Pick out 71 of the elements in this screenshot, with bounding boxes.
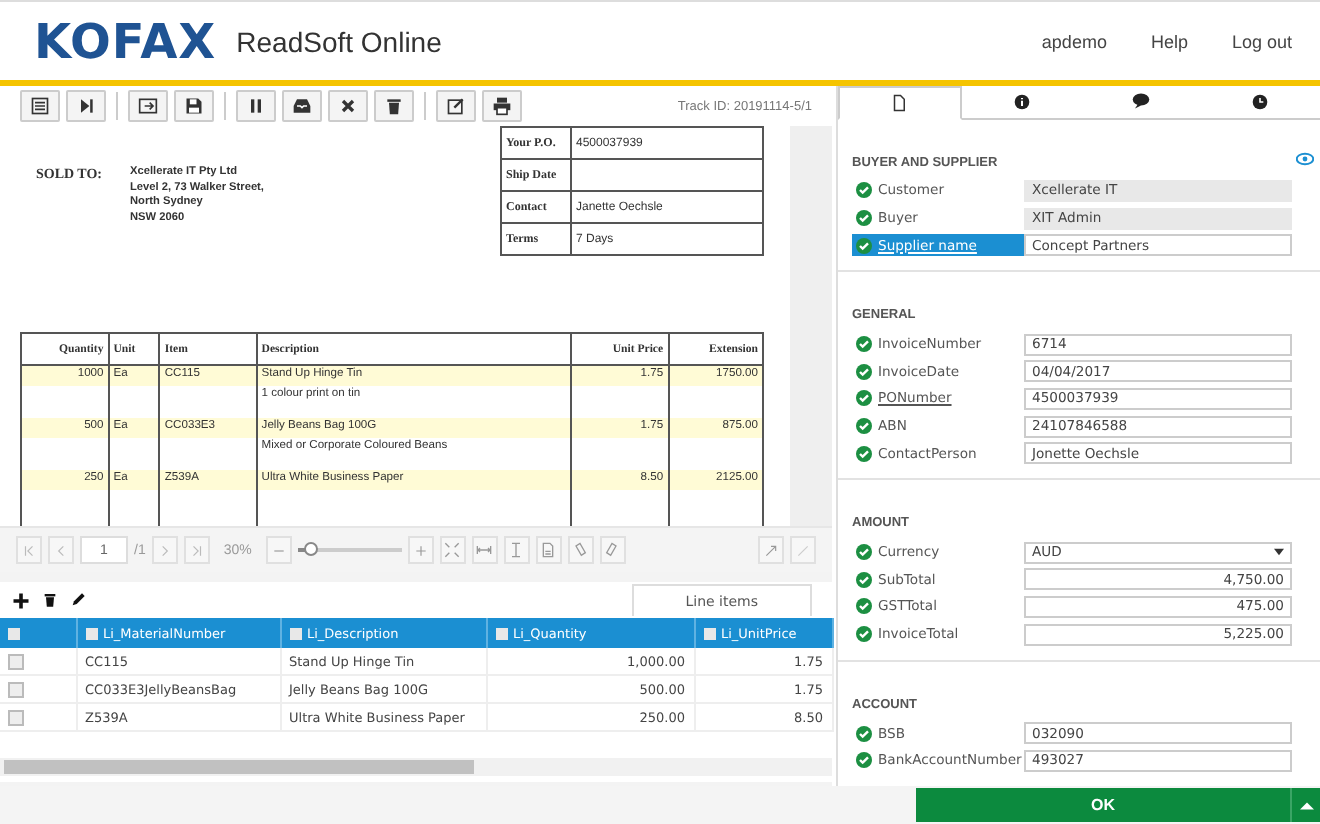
- first-page-button[interactable]: [16, 536, 42, 564]
- print-button[interactable]: [482, 90, 522, 122]
- tray-icon: [292, 96, 312, 116]
- fit-height-button[interactable]: [503, 536, 530, 564]
- trash-icon: [384, 96, 404, 116]
- select-all-checkbox[interactable]: [8, 627, 20, 640]
- ok-button[interactable]: OK: [916, 788, 1290, 822]
- save-button[interactable]: [174, 90, 214, 122]
- caret-up-icon: [1299, 801, 1313, 809]
- fit-width-icon: [476, 542, 493, 558]
- zoom-slider[interactable]: [297, 544, 402, 556]
- zoom-out-button[interactable]: [265, 536, 292, 564]
- fit-button[interactable]: [439, 536, 466, 564]
- pencil-icon: [70, 592, 86, 608]
- previous-icon: [54, 543, 68, 557]
- edit-icon: [446, 96, 466, 116]
- app-title: ReadSoft Online: [236, 25, 442, 57]
- next-icon: [157, 543, 172, 557]
- skip-icon: [76, 96, 96, 116]
- row-checkbox[interactable]: [8, 653, 24, 670]
- first-page-icon: [22, 543, 36, 557]
- caret-icon: [1274, 548, 1284, 557]
- trash-icon: [42, 592, 58, 608]
- row-checkbox[interactable]: [8, 681, 24, 698]
- fit-height-icon: [508, 542, 525, 558]
- speech-bubble-icon: [1131, 92, 1150, 111]
- edit-button[interactable]: [436, 90, 476, 122]
- add-icon: [12, 591, 30, 609]
- skip-button[interactable]: [66, 90, 106, 122]
- last-page-icon: [189, 543, 204, 557]
- last-page-button[interactable]: [183, 536, 210, 564]
- expand-button[interactable]: [758, 536, 784, 564]
- fit-icon: [444, 542, 461, 558]
- export-button[interactable]: [128, 90, 168, 122]
- list-button[interactable]: [20, 90, 60, 122]
- rotate-left-button[interactable]: [567, 536, 594, 564]
- row-checkbox[interactable]: [8, 709, 24, 726]
- horizontal-scrollbar[interactable]: [0, 758, 832, 776]
- rotate-right-icon: [604, 542, 621, 558]
- clock-icon: [1252, 93, 1269, 110]
- export-icon: [138, 96, 158, 116]
- trash-button[interactable]: [374, 90, 414, 122]
- rotate-left-icon: [572, 542, 589, 558]
- save-icon: [184, 96, 204, 116]
- nav-link[interactable]: Log out: [1231, 31, 1292, 51]
- fit-width-button[interactable]: [471, 536, 498, 564]
- logo: KOFAX: [34, 13, 217, 69]
- menu-toggle-button[interactable]: [1290, 788, 1320, 822]
- print-icon: [492, 96, 512, 116]
- list-icon: [30, 96, 50, 116]
- close-icon: [338, 96, 358, 116]
- pause-icon: [246, 96, 266, 116]
- rotate-right-button[interactable]: [599, 536, 626, 564]
- diagonal-line-icon: [796, 543, 810, 557]
- tray-button[interactable]: [282, 90, 322, 122]
- column-checkbox[interactable]: [85, 627, 97, 640]
- info-icon: [1013, 93, 1030, 110]
- close-button[interactable]: [328, 90, 368, 122]
- nav-link[interactable]: apdemo: [1041, 31, 1107, 51]
- column-checkbox[interactable]: [495, 627, 507, 640]
- pause-button[interactable]: [236, 90, 276, 122]
- page-icon: [540, 542, 557, 558]
- plus-icon: [413, 543, 428, 557]
- document-icon: [890, 93, 909, 112]
- eye-icon: [1296, 149, 1314, 168]
- diagonal-arrow-icon: [764, 543, 778, 557]
- nav-link[interactable]: Help: [1150, 31, 1188, 51]
- column-checkbox[interactable]: [703, 627, 715, 640]
- column-checkbox[interactable]: [289, 627, 301, 640]
- zoom-in-button[interactable]: [407, 536, 434, 564]
- page-button[interactable]: [535, 536, 562, 564]
